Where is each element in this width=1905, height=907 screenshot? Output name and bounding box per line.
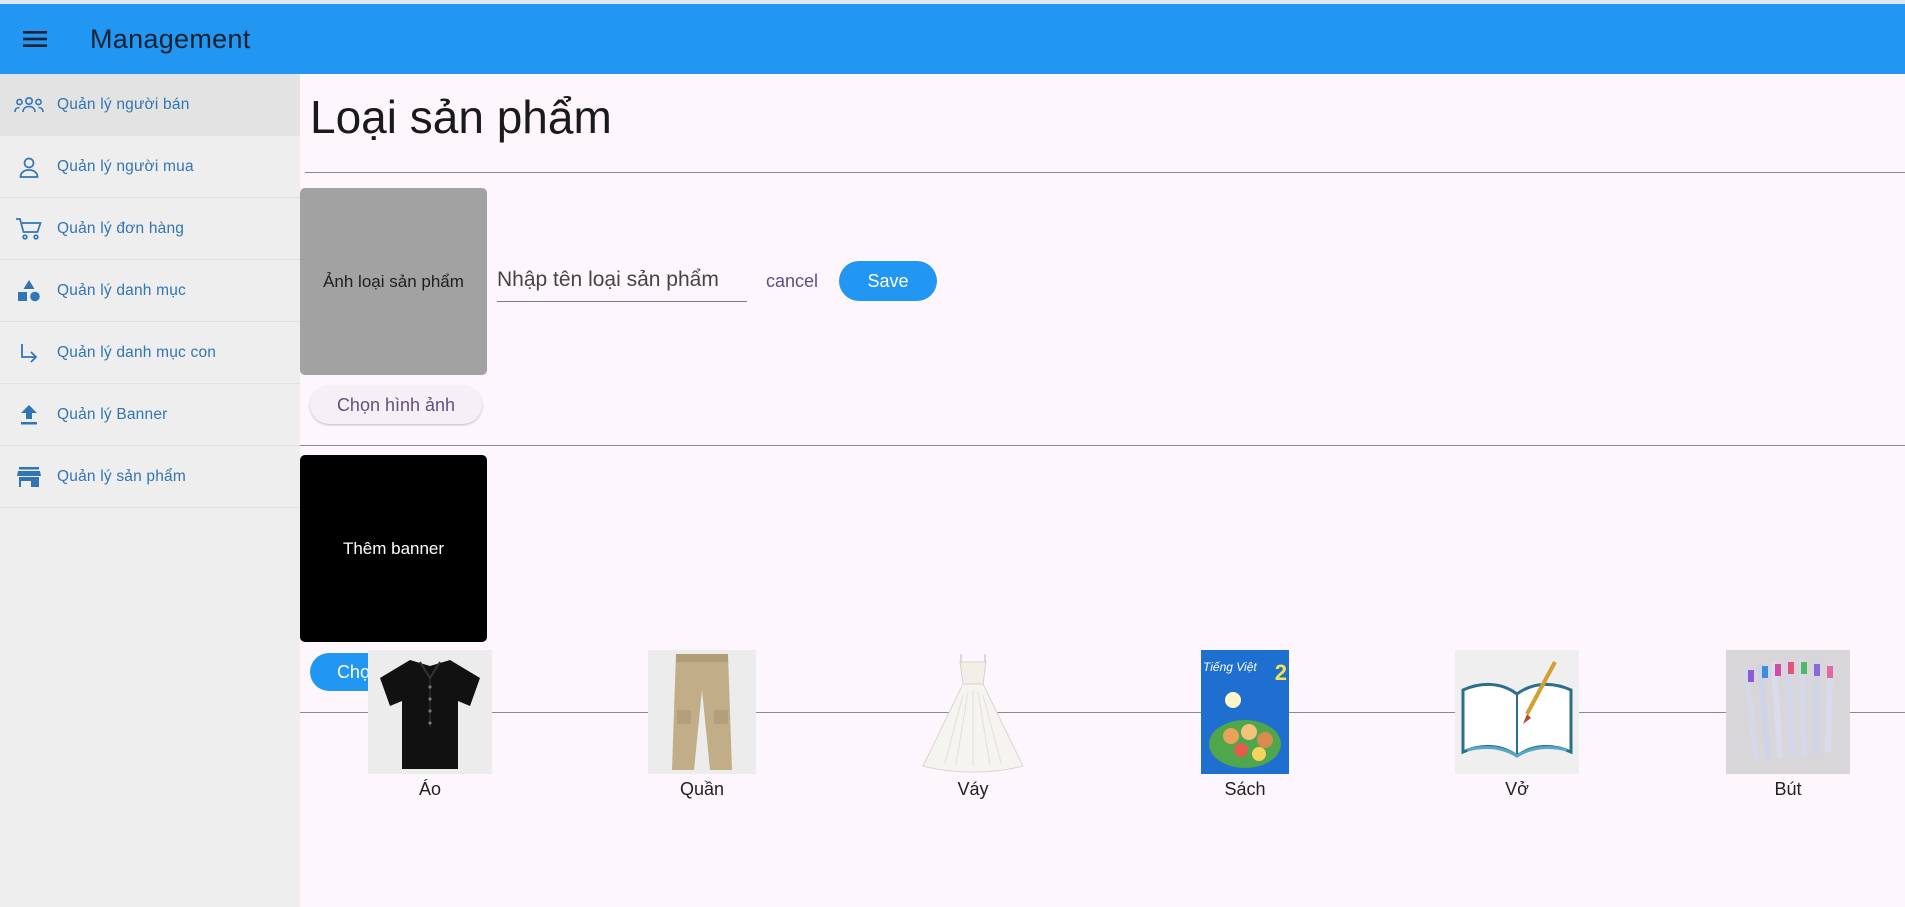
category-label: Quần	[679, 779, 725, 799]
sidebar-item-subcategories[interactable]: Quản lý danh mục con	[0, 322, 300, 384]
banner-divider	[300, 712, 1905, 713]
sidebar-item-buyers[interactable]: Quản lý người mua	[0, 136, 300, 198]
category-image-placeholder: Ảnh loại sản phẩm	[323, 271, 464, 291]
sidebar-item-orders[interactable]: Quản lý đơn hàng	[0, 198, 300, 260]
book-cover-title: Tiếng Việt	[1203, 660, 1257, 674]
sidebar-item-products[interactable]: Quản lý sản phẩm	[0, 446, 300, 508]
category-item-ao[interactable]: Áo	[355, 650, 505, 800]
category-item-vay[interactable]: Váy	[898, 650, 1048, 800]
pants-icon	[648, 650, 756, 774]
category-label: Áo	[418, 779, 442, 799]
users-group-icon	[0, 95, 57, 115]
choose-category-image-button[interactable]: Chọn hình ảnh	[310, 386, 482, 424]
sidebar-item-label: Quản lý danh mục con	[57, 343, 217, 361]
notebook-icon	[1455, 650, 1579, 774]
category-label: Bút	[1774, 779, 1802, 799]
sidebar-item-label: Quản lý người mua	[57, 157, 194, 175]
store-icon	[0, 466, 57, 488]
sidebar-item-label: Quản lý người bán	[57, 95, 190, 113]
book-cover-illustration	[1209, 692, 1281, 768]
book-cover-number: 2	[1274, 660, 1287, 685]
sidebar: Quản lý người bán Quản lý người mua Quản…	[0, 74, 300, 907]
subdirectory-arrow-icon	[0, 342, 57, 364]
save-button[interactable]: Save	[839, 261, 937, 301]
category-label: Sách	[1224, 779, 1266, 799]
cancel-button[interactable]: cancel	[760, 267, 824, 296]
sidebar-item-banner[interactable]: Quản lý Banner	[0, 384, 300, 446]
dress-icon	[911, 650, 1035, 774]
sidebar-item-categories[interactable]: Quản lý danh mục	[0, 260, 300, 322]
sidebar-item-label: Quản lý Banner	[57, 405, 168, 423]
app-bar: Management	[0, 4, 1905, 74]
main-content: Loại sản phẩm Ảnh loại sản phẩm cancel S…	[300, 74, 1905, 907]
sidebar-item-label: Quản lý sản phẩm	[57, 467, 186, 485]
category-image-preview[interactable]: Ảnh loại sản phẩm	[300, 188, 487, 375]
hamburger-menu-icon	[23, 31, 47, 47]
category-name-input[interactable]	[497, 259, 747, 302]
app-title: Management	[90, 23, 251, 54]
person-icon	[0, 156, 57, 178]
category-label: Váy	[957, 779, 989, 799]
pens-icon	[1726, 650, 1850, 774]
upload-icon	[0, 404, 57, 426]
form-divider	[300, 445, 1905, 446]
category-item-sach[interactable]: Tiếng Việt 2 Sách	[1170, 650, 1320, 800]
category-item-vo[interactable]: Vở	[1442, 650, 1592, 800]
banner-image-preview[interactable]: Thêm banner	[300, 455, 487, 642]
category-item-quan[interactable]: Quần	[627, 650, 777, 800]
banner-image-label: Thêm banner	[342, 538, 445, 558]
cart-icon	[0, 217, 57, 241]
category-item-but[interactable]: Bút	[1713, 650, 1863, 800]
menu-button[interactable]	[0, 4, 70, 74]
shapes-icon	[0, 279, 57, 302]
sidebar-item-sellers[interactable]: Quản lý người bán	[0, 74, 300, 136]
book-cover-header: Tiếng Việt 2	[1203, 660, 1287, 686]
sidebar-item-label: Quản lý đơn hàng	[57, 219, 185, 237]
sidebar-item-label: Quản lý danh mục	[57, 281, 186, 299]
title-divider	[305, 172, 1905, 173]
page-title: Loại sản phẩm	[310, 91, 612, 143]
category-label: Vở	[1505, 779, 1529, 799]
book-cover-icon: Tiếng Việt 2	[1201, 650, 1289, 774]
shirt-icon	[368, 650, 492, 774]
